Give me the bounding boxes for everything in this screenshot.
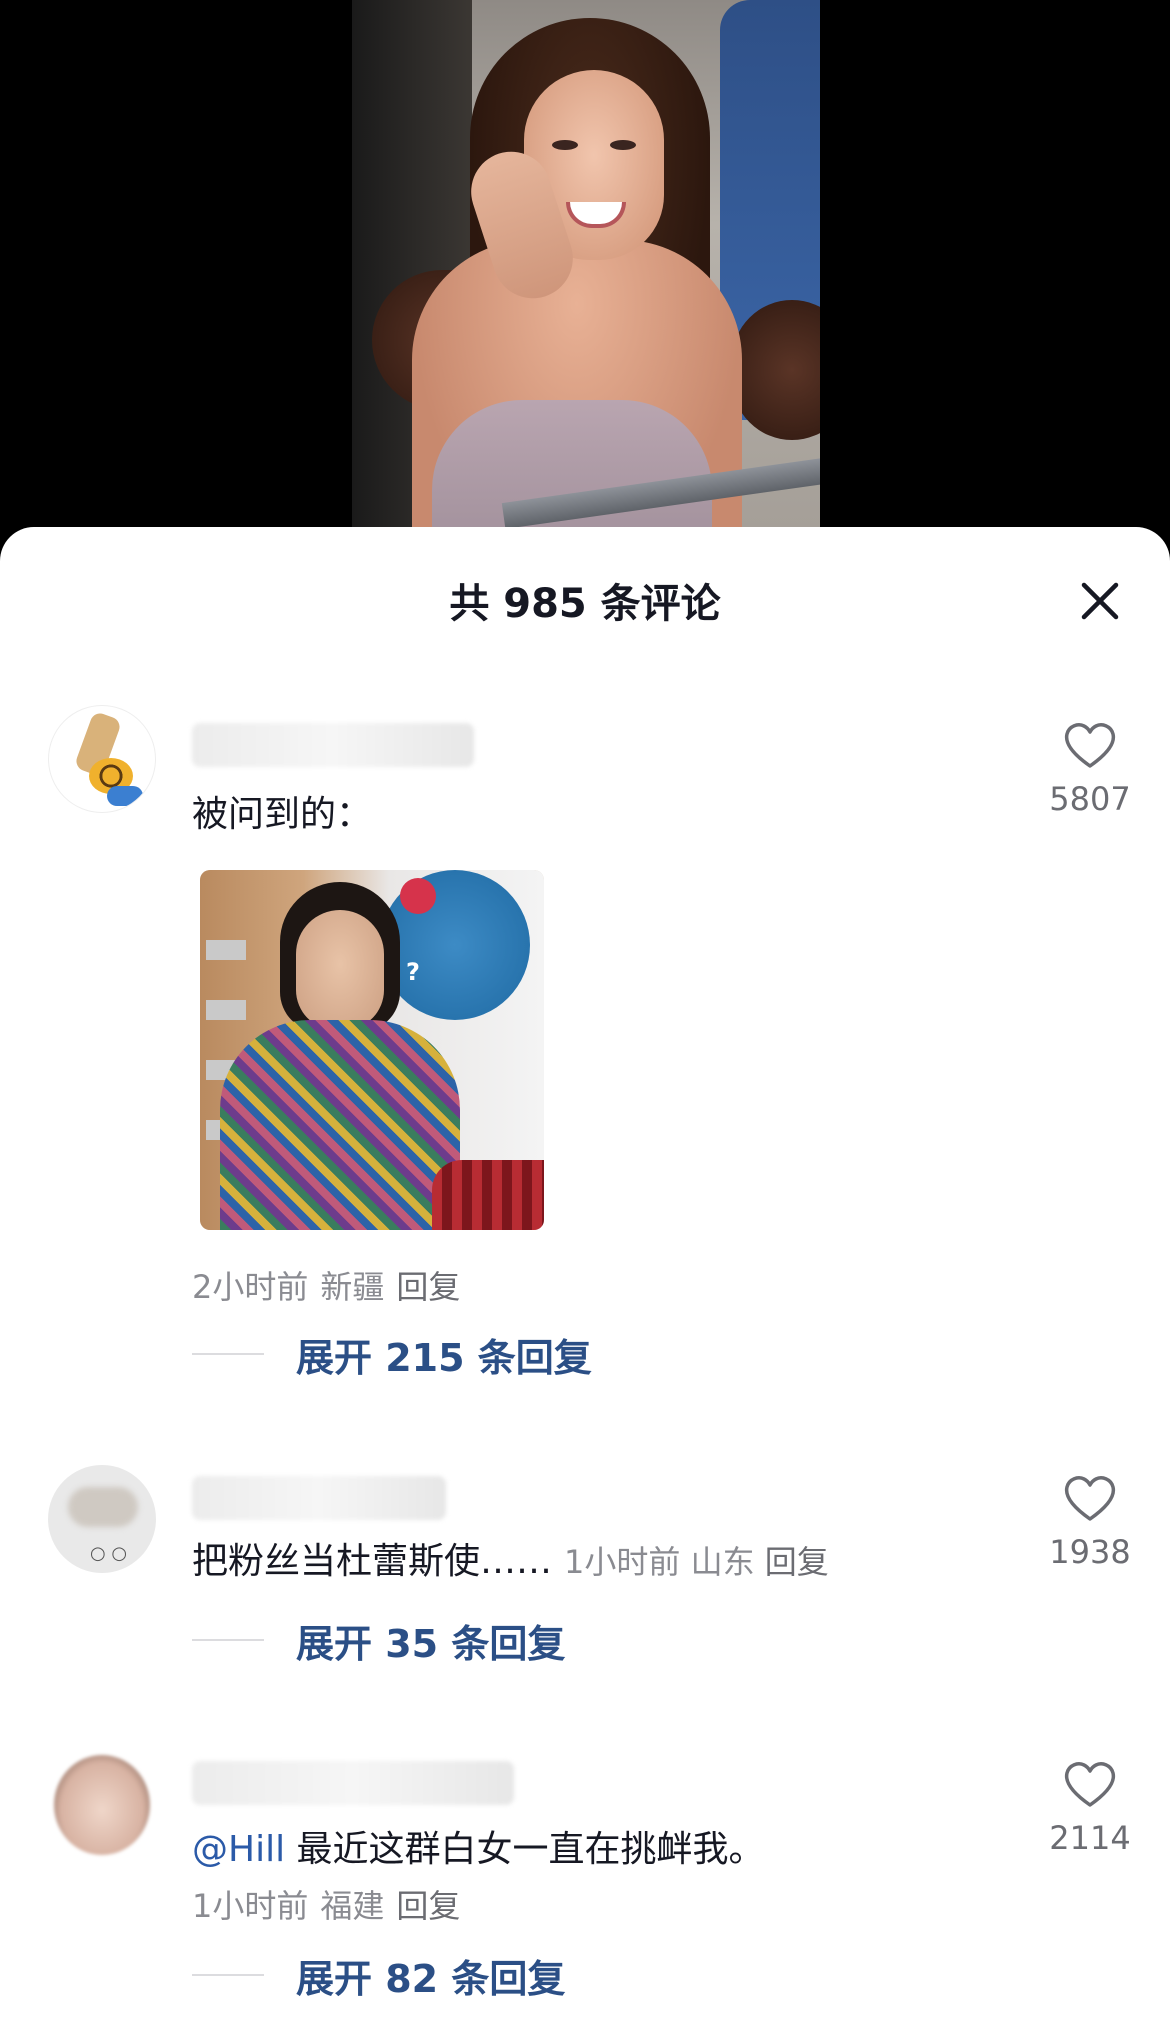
video-subject-smile [566, 202, 626, 228]
expand-divider [192, 1639, 264, 1641]
image-person-face [296, 910, 384, 1030]
like-count: 5807 [1049, 780, 1131, 818]
expand-divider [192, 1974, 264, 1976]
reply-button[interactable]: 回复 [765, 1543, 829, 1581]
expand-replies-label: 展开 82 条回复 [296, 1956, 566, 2001]
comment-text: 被问到的： [192, 794, 373, 835]
expand-divider [192, 1353, 264, 1355]
heart-outline-icon [1064, 1762, 1116, 1807]
like-button[interactable]: 1938 [1040, 1473, 1140, 1571]
username-blurred[interactable] [192, 1476, 446, 1520]
avatar-dots: ○ ○ [90, 1543, 128, 1564]
avatar[interactable] [48, 1751, 156, 1859]
expand-replies-button[interactable]: 展开 82 条回复 [192, 1950, 566, 2001]
video-player[interactable] [0, 0, 1170, 560]
comment-text: 把粉丝当杜蕾斯使…… [192, 1541, 553, 1582]
expand-replies-label: 展开 35 条回复 [296, 1621, 566, 1666]
reply-button[interactable]: 回复 [396, 1887, 460, 1925]
like-button[interactable]: 2114 [1040, 1759, 1140, 1857]
image-person-shirt [220, 1020, 460, 1230]
comment-time: 2小时前 [192, 1268, 309, 1306]
avatar-blurred-face [54, 1755, 150, 1855]
video-frame[interactable] [352, 0, 820, 560]
comment-location: 山东 [690, 1543, 755, 1581]
comment-time: 1小时前 [564, 1543, 681, 1581]
comment-text: 最近这群白女一直在挑衅我。 [285, 1829, 765, 1870]
like-button[interactable]: 5807 [1040, 720, 1140, 818]
comment-sheet: 共 985 条评论 被问到的： ? 2小时前 新疆回复 展开 215 条回复 5… [0, 527, 1170, 2033]
close-button[interactable] [1070, 571, 1130, 631]
comment-time: 1小时前 [192, 1887, 309, 1925]
heart-outline-icon [1064, 723, 1116, 768]
comment-meta: 1小时前 福建 回复 [192, 1881, 472, 1927]
video-subject-eye [610, 140, 636, 150]
image-question-mark-icon: ? [406, 958, 420, 986]
like-count: 2114 [1049, 1819, 1131, 1857]
comment-meta: 2小时前 新疆 回复 [192, 1262, 472, 1308]
comment-text-row: @Hill 最近这群白女一直在挑衅我。 [192, 1820, 765, 1872]
comment-sheet-header: 共 985 条评论 [0, 527, 1170, 667]
avatar[interactable] [48, 705, 156, 813]
comment-location: 新疆 [320, 1268, 385, 1306]
image-red-blanket [432, 1160, 544, 1230]
expand-replies-button[interactable]: 展开 35 条回复 [192, 1615, 566, 1666]
comment-image[interactable]: ? [200, 870, 544, 1230]
close-icon [1081, 582, 1119, 620]
comment-meta: 1小时前 山东 回复 [564, 1543, 829, 1581]
heart-outline-icon [1064, 1476, 1116, 1521]
video-subject-eye [552, 140, 578, 150]
username-blurred[interactable] [192, 723, 474, 767]
avatar-blurred-shape [68, 1487, 138, 1527]
comment-count-title: 共 985 条评论 [449, 581, 721, 627]
avatar[interactable]: ○ ○ [48, 1465, 156, 1573]
expand-replies-label: 展开 215 条回复 [296, 1335, 592, 1380]
expand-replies-button[interactable]: 展开 215 条回复 [192, 1329, 592, 1380]
username-blurred[interactable] [192, 1761, 514, 1805]
avatar-badge [107, 786, 143, 806]
like-count: 1938 [1049, 1533, 1131, 1571]
comment-location: 福建 [320, 1887, 385, 1925]
reply-button[interactable]: 回复 [396, 1268, 460, 1306]
image-red-dot [400, 878, 436, 914]
mention-link[interactable]: @Hill [192, 1829, 285, 1870]
comment-text-row: 把粉丝当杜蕾斯使…… 1小时前 山东 回复 [192, 1532, 829, 1584]
